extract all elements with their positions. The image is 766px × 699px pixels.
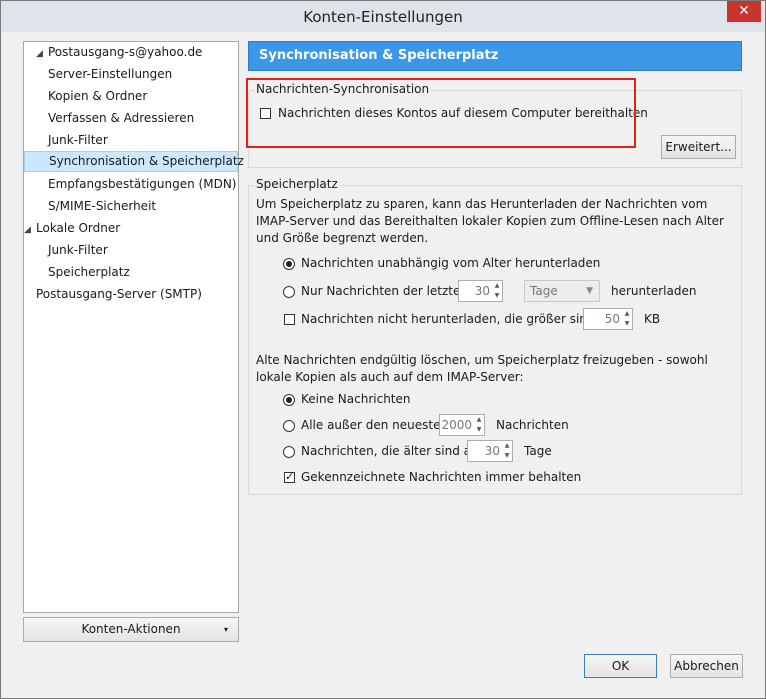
storage-group-legend: Speicherplatz xyxy=(254,177,340,191)
account-actions-label: Konten-Aktionen xyxy=(81,622,181,636)
keep-flagged-label: Gekennzeichnete Nachrichten immer behalt… xyxy=(301,470,582,484)
download-all-label: Nachrichten unabhängig vom Alter herunte… xyxy=(301,256,601,270)
tree-item-junk-filter[interactable]: Junk-Filter xyxy=(24,130,262,151)
tree-item-local-folders[interactable]: ◢ Lokale Ordner xyxy=(24,218,238,239)
size-limit-label: Nachrichten nicht herunterladen, die grö… xyxy=(301,312,616,326)
tree-item-composition[interactable]: Verfassen & Adressieren xyxy=(24,108,262,129)
download-recent-label: Nur Nachrichten der letzten xyxy=(301,284,469,298)
window-title: Konten-Einstellungen xyxy=(303,8,463,26)
account-actions-button[interactable]: Konten-Aktionen ▾ xyxy=(23,617,239,642)
tree-item-local-junk-filter[interactable]: Junk-Filter xyxy=(24,240,262,261)
delete-older-stepper[interactable]: 30 ▲ ▼ xyxy=(467,440,513,462)
chevron-down-icon: ▼ xyxy=(586,286,593,296)
delete-older-suffix: Tage xyxy=(524,444,552,458)
stepper-value: 2000 xyxy=(441,418,472,432)
account-settings-window: Konten-Einstellungen ✕ ◢ Postausgang-s@ya… xyxy=(0,0,766,699)
storage-intro-text: Um Speicherplatz zu sparen, kann das Her… xyxy=(256,197,724,245)
tree-item-label: Server-Einstellungen xyxy=(48,67,173,81)
tree-item-label: Verfassen & Adressieren xyxy=(48,111,195,125)
delete-none-label: Keine Nachrichten xyxy=(301,392,411,406)
advanced-button[interactable]: Erweitert... xyxy=(661,135,736,159)
dropdown-arrow-icon: ▾ xyxy=(223,625,228,634)
size-limit-unit: KB xyxy=(644,312,661,326)
tree-item-label: Speicherplatz xyxy=(48,265,130,279)
stepper-arrows-icon[interactable]: ▲ ▼ xyxy=(502,441,512,461)
collapse-icon[interactable]: ◢ xyxy=(36,44,48,65)
tree-item-label: Junk-Filter xyxy=(48,133,108,147)
tree-item-local-storage[interactable]: Speicherplatz xyxy=(24,262,262,283)
stepper-value: 30 xyxy=(484,444,500,458)
collapse-icon[interactable]: ◢ xyxy=(24,220,36,241)
size-limit-stepper[interactable]: 50 ▲ ▼ xyxy=(583,308,633,330)
delete-older-radio[interactable] xyxy=(283,446,295,458)
delete-older-label: Nachrichten, die älter sind als xyxy=(301,444,481,458)
delete-all-but-radio[interactable] xyxy=(283,420,295,432)
select-value: Tage xyxy=(530,284,558,298)
tree-item-label: Kopien & Ordner xyxy=(48,89,148,103)
tree-item-label: Empfangsbestätigungen (MDN) xyxy=(48,177,237,191)
cancel-button[interactable]: Abbrechen xyxy=(670,654,743,678)
stepper-value: 50 xyxy=(604,312,620,326)
stepper-arrows-icon[interactable]: ▲ ▼ xyxy=(622,309,632,329)
highlight-box xyxy=(246,78,636,148)
download-recent-radio[interactable] xyxy=(283,286,295,298)
ok-button[interactable]: OK xyxy=(584,654,657,678)
delete-all-but-suffix: Nachrichten xyxy=(496,418,569,432)
tree-item-sync-storage[interactable]: Synchronisation & Speicherplatz xyxy=(24,151,244,172)
tree-item-return-receipts[interactable]: Empfangsbestätigungen (MDN) xyxy=(24,174,262,195)
keep-flagged-checkbox[interactable] xyxy=(284,470,295,483)
delete-all-but-label: Alle außer den neuesten xyxy=(301,418,449,432)
download-recent-unit-select[interactable]: Tage ▼ xyxy=(524,280,600,302)
stepper-value: 30 xyxy=(474,284,490,298)
account-tree[interactable]: ◢ Postausgang-s@yahoo.de Server-Einstellu… xyxy=(23,41,244,613)
close-button[interactable]: ✕ xyxy=(727,1,761,22)
tree-item-smime[interactable]: S/MIME-Sicherheit xyxy=(24,196,262,217)
download-all-radio[interactable] xyxy=(283,258,295,270)
title-bar[interactable]: Konten-Einstellungen ✕ xyxy=(1,1,765,32)
tree-item-label: S/MIME-Sicherheit xyxy=(48,199,157,213)
tree-item-yahoo-account[interactable]: ◢ Postausgang-s@yahoo.de xyxy=(24,42,250,63)
page-title: Synchronisation & Speicherplatz xyxy=(248,41,742,71)
tree-item-label: Synchronisation & Speicherplatz xyxy=(49,154,244,168)
download-recent-days-stepper[interactable]: 30 ▲ ▼ xyxy=(458,280,503,302)
stepper-arrows-icon[interactable]: ▲ ▼ xyxy=(492,281,502,301)
tree-item-label: Postausgang-Server (SMTP) xyxy=(36,287,202,301)
size-limit-checkbox[interactable] xyxy=(284,314,295,325)
delete-all-but-stepper[interactable]: 2000 ▲ ▼ xyxy=(439,414,485,436)
tree-item-label: Junk-Filter xyxy=(48,243,108,257)
delete-none-radio[interactable] xyxy=(283,394,295,406)
delete-intro-text: Alte Nachrichten endgültig löschen, um S… xyxy=(256,353,708,384)
tree-item-smtp[interactable]: Postausgang-Server (SMTP) xyxy=(24,284,250,305)
tree-item-label: Lokale Ordner xyxy=(36,221,121,235)
tree-item-copies-folders[interactable]: Kopien & Ordner xyxy=(24,86,262,107)
tree-item-label: Postausgang-s@yahoo.de xyxy=(48,45,203,59)
download-recent-suffix: herunterladen xyxy=(611,284,697,298)
tree-item-server-settings[interactable]: Server-Einstellungen xyxy=(24,64,262,85)
stepper-arrows-icon[interactable]: ▲ ▼ xyxy=(474,415,484,435)
